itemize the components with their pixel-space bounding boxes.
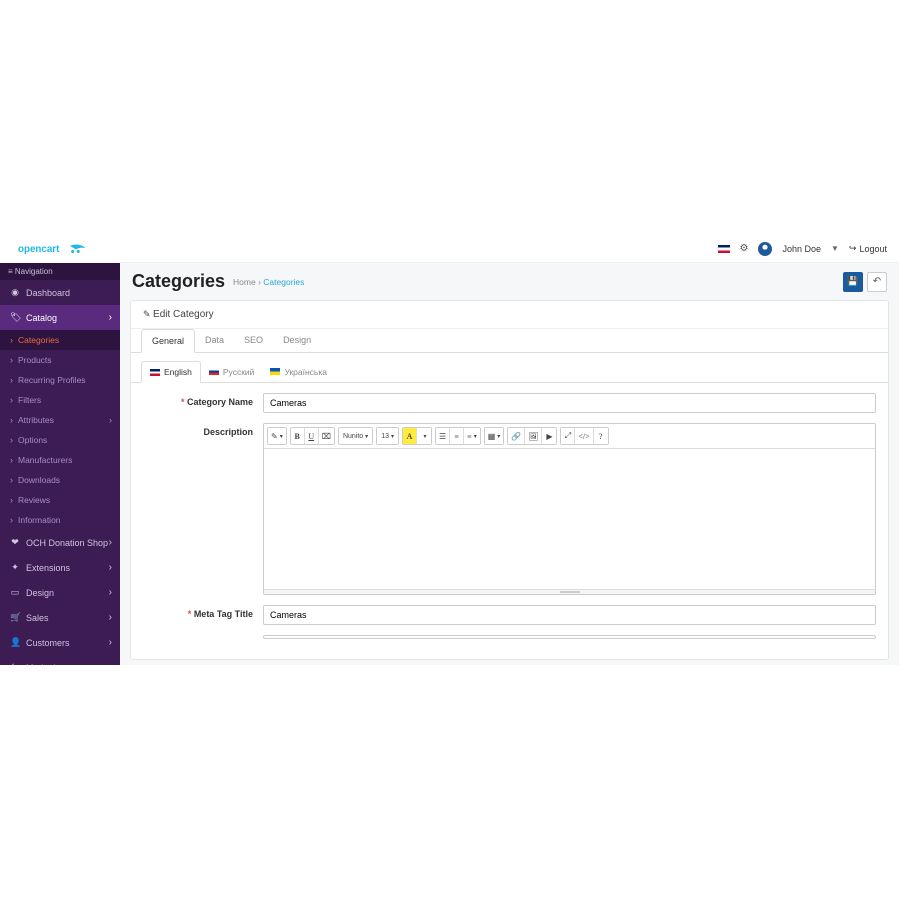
editor-ul-btn[interactable]: ☰ [436,428,450,444]
description-label: Description [143,423,263,595]
edit-panel: Edit Category General Data SEO Design En… [130,300,889,660]
langtab-russian[interactable]: Русский [201,361,263,382]
editor-align-btn[interactable]: ≡▾ [464,428,480,444]
sidebar: Navigation ◉Dashboard 🏷Catalog Categorie… [0,263,120,665]
editor-underline-btn[interactable]: U [305,428,319,444]
save-button[interactable]: 💾 [843,272,863,292]
editor-resize[interactable] [264,589,875,594]
flag-ru-icon [209,368,219,375]
submenu-options[interactable]: Options [0,430,120,450]
editor-video-btn[interactable]: ▶ [542,428,556,444]
sidebar-item-design[interactable]: ▭Design [0,580,120,605]
editor-color-dd[interactable]: ▾ [417,428,431,444]
editor-fullscreen-btn[interactable]: ⤢ [561,428,575,444]
editor-clear-btn[interactable]: ⌧ [319,428,334,444]
share-icon: ⇆ [10,662,20,665]
logout-link[interactable]: ↪Logout [849,243,887,254]
submenu-recurring[interactable]: Recurring Profiles [0,370,120,390]
next-input-partial [263,635,876,639]
sidebar-item-dashboard[interactable]: ◉Dashboard [0,280,120,305]
logo[interactable]: opencart [0,235,120,263]
sidebar-item-donation[interactable]: ❤OCH Donation Shop [0,530,120,555]
language-tabs: English Русский Українська [131,353,888,383]
sidebar-item-sales[interactable]: 🛒Sales [0,605,120,630]
tab-seo[interactable]: SEO [234,329,273,352]
sidebar-item-extensions[interactable]: ✦Extensions [0,555,120,580]
tab-data[interactable]: Data [195,329,234,352]
page-title: Categories [132,271,225,292]
dashboard-icon: ◉ [10,287,20,298]
chevron-down-icon[interactable]: ▼ [831,244,839,253]
cart-icon: 🛒 [10,612,20,623]
sidebar-item-marketing[interactable]: ⇆Marketing [0,655,120,665]
editor-textarea[interactable] [264,449,875,589]
langtab-english[interactable]: English [141,361,201,383]
editor-image-btn[interactable]: 🖼 [525,428,542,444]
submenu-products[interactable]: Products [0,350,120,370]
sidebar-item-catalog[interactable]: 🏷Catalog [0,305,120,330]
heart-icon: ❤ [10,537,20,548]
puzzle-icon: ✦ [10,562,20,573]
catalog-icon: 🏷 [10,312,20,323]
meta-title-input[interactable] [263,605,876,625]
back-button[interactable]: ↶ [867,272,887,292]
svg-text:opencart: opencart [18,243,60,254]
language-icon[interactable] [718,245,730,253]
editor-bold-btn[interactable]: B [291,428,305,444]
nav-title: Navigation [0,263,120,280]
breadcrumb: Home › Categories [233,277,304,287]
tab-general[interactable]: General [141,329,195,353]
editor-code-btn[interactable]: </> [575,428,593,444]
submenu-downloads[interactable]: Downloads [0,470,120,490]
design-icon: ▭ [10,587,20,598]
flag-ua-icon [270,368,280,375]
submenu-information[interactable]: Information [0,510,120,530]
editor-help-btn[interactable]: ? [594,428,608,444]
editor-table-btn[interactable]: ▦▾ [485,428,504,444]
submenu-reviews[interactable]: Reviews [0,490,120,510]
crumb-home[interactable]: Home [233,277,256,287]
submenu-manufacturers[interactable]: Manufacturers [0,450,120,470]
sidebar-item-customers[interactable]: 👤Customers [0,630,120,655]
category-name-input[interactable] [263,393,876,413]
tab-design[interactable]: Design [273,329,321,352]
main-tabs: General Data SEO Design [131,329,888,353]
editor-font-btn[interactable]: Nunito▾ [339,428,372,444]
editor-color-btn[interactable]: A [403,428,417,444]
gear-icon[interactable]: ⚙ [740,243,749,254]
editor-style-btn[interactable]: ✎▾ [268,428,286,444]
avatar [758,242,772,256]
main-content: Categories Home › Categories 💾 ↶ Edit Ca… [120,263,899,665]
panel-title: Edit Category [131,301,888,329]
submenu-attributes[interactable]: Attributes [0,410,120,430]
editor-link-btn[interactable]: 🔗 [508,428,525,444]
category-name-label: * Category Name [143,393,263,413]
description-editor: ✎▾ B U ⌧ Nunito▾ 13▾ A▾ ☰ [263,423,876,595]
user-name[interactable]: John Doe [782,244,821,254]
langtab-ukrainian[interactable]: Українська [262,361,335,382]
logout-icon: ↪ [849,243,857,254]
flag-en-icon [150,369,160,376]
editor-ol-btn[interactable]: ≡ [450,428,464,444]
editor-size-btn[interactable]: 13▾ [377,428,398,444]
submenu-filters[interactable]: Filters [0,390,120,410]
top-header: opencart ⚙ John Doe ▼ ↪Logout [0,235,899,263]
person-icon: 👤 [10,637,20,648]
crumb-categories[interactable]: Categories [263,277,304,287]
meta-title-label: * Meta Tag Title [143,605,263,625]
editor-toolbar: ✎▾ B U ⌧ Nunito▾ 13▾ A▾ ☰ [264,424,875,449]
submenu-categories[interactable]: Categories [0,330,120,350]
